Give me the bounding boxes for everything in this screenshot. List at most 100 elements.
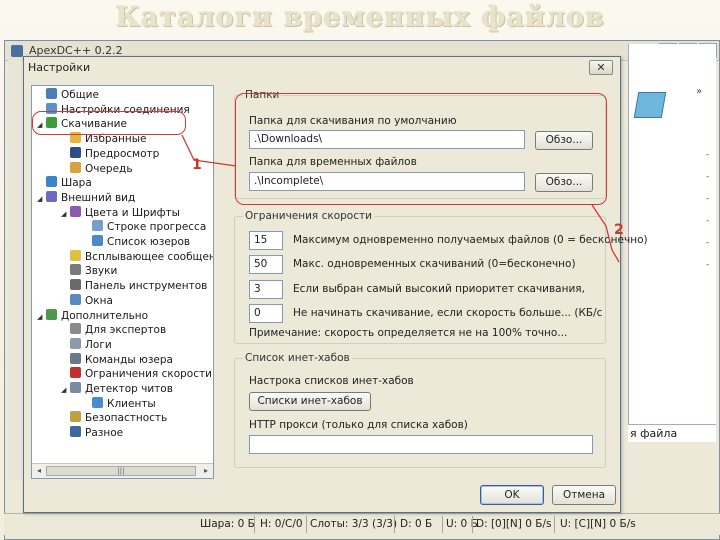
dialog-close-button[interactable]: ✕ [589,60,613,75]
hub-lists-legend: Список инет-хабов [243,352,352,364]
cancel-button[interactable]: Отмена [552,485,616,505]
windows-icon [70,293,81,305]
tree-item-label: Логи [85,338,112,351]
annotation-highlight-folders [235,93,607,205]
proxy-input[interactable] [249,435,593,454]
tree-item-label: Окна [85,294,113,307]
speed-threshold-input[interactable]: 0 [249,304,283,323]
tree-item-label: Команды юзера [85,353,173,366]
tree-item-label: Безопастность [85,412,168,425]
tree-item-label: Звуки [85,265,118,278]
tree-item-label: Предросмотр [85,147,160,160]
tree-item-speed-limit[interactable]: Ограничения скорости [70,367,212,382]
advanced-icon [46,308,57,320]
app-icon [11,45,23,57]
tree-item-popup[interactable]: Всплывающее сообщения [70,249,213,265]
tree-item-share[interactable]: Шара [46,176,92,191]
annotation-number-1: 1 [192,157,202,173]
tree-horizontal-scrollbar[interactable]: ◂ ||| ▸ [32,463,213,478]
expander-icon[interactable]: ◢ [61,210,66,218]
speed-limits-group: Ограничения скорости 15 Максимум одновре… [234,210,648,344]
tree-item-lock[interactable]: Безопастность [70,411,167,426]
tree-item-user[interactable]: Общие [46,88,99,103]
expander-icon[interactable]: ◢ [37,195,42,203]
tree-item-label: Строке прогресса [107,221,207,234]
tree-item-label: Для экспертов [85,324,167,337]
max-downloads-label: Макс. одновременных скачиваний (0=бескон… [293,258,576,270]
misc-icon [70,426,81,438]
scroll-left-icon[interactable]: ◂ [33,465,45,477]
tree-item-label: Разное [85,427,124,440]
settings-tree[interactable]: ◂ ||| ▸ Общие Настройки соединения Скачива… [31,85,214,479]
tree-item-log[interactable]: Логи [70,337,112,353]
status-separator [306,516,307,533]
status-slots: Слоты: 3/3 (3/3) [310,518,398,530]
share-icon [46,176,57,188]
chevron-icon[interactable]: » [696,86,702,97]
tree-item-queue[interactable]: Очередь [70,161,133,177]
tree-item-expert[interactable]: Для экспертов [70,323,166,338]
annotation-number-2: 2 [614,222,624,238]
tree-item-label: Клиенты [107,397,156,410]
download-folder-icon[interactable] [633,92,667,118]
commands-icon [70,352,81,364]
toolbar-icon [70,279,81,291]
tree-item-windows[interactable]: Окна [70,293,113,309]
tree-item-label: Список юзеров [107,236,191,248]
speed-note: Примечание: скорость определяется не на … [249,327,568,339]
scroll-thumb[interactable]: ||| [46,466,196,476]
priority-input[interactable]: 3 [249,280,283,299]
tree-item-toolbar[interactable]: Панель инструментов [70,279,207,294]
max-downloads-input[interactable]: 50 [249,255,283,274]
palette-icon [70,205,81,217]
tree-item-label: Всплывающее сообщения [85,250,213,263]
speed-threshold-label: Не начинать скачивание, если скорость бо… [293,307,603,319]
status-uploaded: U: 0 Б [446,518,478,530]
tree-item-label: Детектор читов [85,383,173,395]
tree-item-detector[interactable]: Детектор читов [70,382,173,397]
expander-icon[interactable]: ◢ [37,313,42,321]
status-separator [442,516,443,533]
tree-item-progress[interactable]: Строке прогресса [92,220,206,235]
file-column-header[interactable]: я файла [628,424,716,442]
appearance-icon [46,190,57,202]
tree-item-sound[interactable]: Звуки [70,264,117,279]
expert-icon [70,323,81,335]
sound-icon [70,264,81,276]
max-files-input[interactable]: 15 [249,231,283,250]
tree-item-users[interactable]: Список юзеров [92,235,190,250]
annotation-highlight-tree [32,111,186,135]
tree-item-clients[interactable]: Клиенты [92,396,156,412]
max-files-label: Максимум одновременно получаемых файлов … [293,234,648,246]
expander-icon[interactable]: ◢ [61,386,66,394]
hub-lists-group: Список инет-хабов Настрока списков инет-… [234,352,606,468]
tree-item-label: Панель инструментов [85,280,208,293]
status-download-rate: D: [0][N] 0 Б/s [476,518,552,530]
status-separator [394,516,395,533]
hub-config-label: Настрока списков инет-хабов [249,375,414,387]
progress-icon [92,220,103,232]
status-separator [472,516,473,533]
log-icon [70,337,81,349]
tree-item-label: Внешний вид [61,191,136,204]
tree-item-palette[interactable]: Цвета и Шрифты [70,205,180,221]
popup-icon [70,249,81,261]
tree-item-appearance[interactable]: Внешний вид [46,190,136,206]
ok-button[interactable]: OK [480,485,544,505]
tree-item-misc[interactable]: Разное [70,426,123,441]
tree-item-commands[interactable]: Команды юзера [70,352,173,368]
status-hubs: Н: 0/С/0 [260,518,303,530]
tree-item-label: Шара [61,177,92,190]
clients-icon [92,396,103,408]
hub-lists-button[interactable]: Списки инет-хабов [249,392,371,411]
tree-item-advanced[interactable]: Дополнительно [46,308,148,324]
tree-item-label: Общие [61,89,99,101]
status-upload-rate: U: [С][N] 0 Б/s [560,518,636,530]
tree-item-play[interactable]: Предросмотр [70,146,160,162]
detector-icon [70,382,81,393]
statusbar: Шара: 0 Б Н: 0/С/0 Слоты: 3/3 (3/3) D: 0… [4,513,720,535]
tree-item-label: Ограничения скорости [85,368,212,381]
speed-limits-legend: Ограничения скорости [243,210,374,222]
scroll-right-icon[interactable]: ▸ [200,465,212,477]
proxy-label: HTTP прокси (только для списка хабов) [249,419,468,431]
